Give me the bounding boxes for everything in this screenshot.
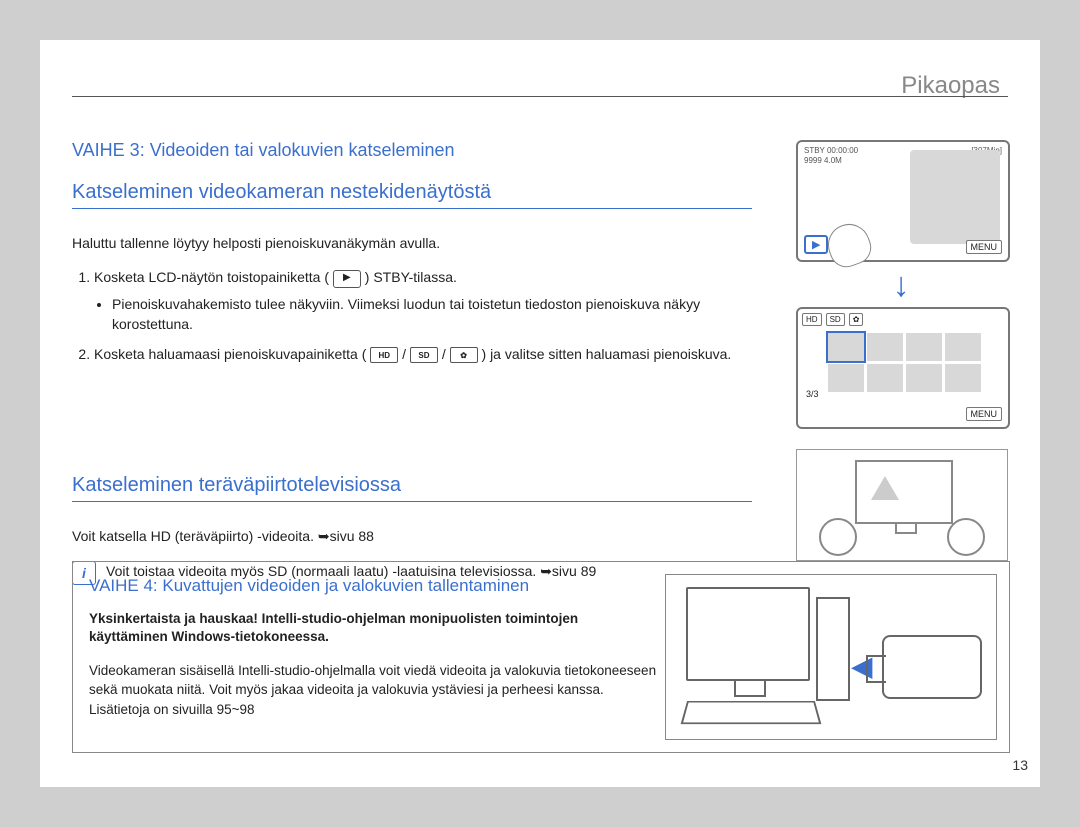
sd-icon: SD <box>410 347 438 363</box>
thumb-item[interactable] <box>867 333 903 361</box>
thumbnail-grid <box>828 333 981 392</box>
sailboat-icon <box>871 476 899 500</box>
thumb-selected[interactable] <box>828 333 864 361</box>
tab-sd[interactable]: SD <box>826 313 845 326</box>
main-column: VAIHE 3: Videoiden tai valokuvien katsel… <box>72 140 772 585</box>
pc-tower-icon <box>816 597 850 701</box>
thumb-item[interactable] <box>828 364 864 392</box>
step4-body: Videokameran sisäisellä Intelli-studio-o… <box>89 661 659 720</box>
tab-photo[interactable]: ✿ <box>849 313 864 326</box>
touch-hand-icon <box>822 218 876 272</box>
photo-icon: ✿ <box>450 347 478 363</box>
lcd-row2-left: 9999 4.0M <box>804 156 842 165</box>
step3-li2: Kosketa haluamaasi pienoiskuvapainiketta… <box>94 344 772 364</box>
step4-heading: VAIHE 4: Kuvattujen videoiden ja valokuv… <box>89 576 659 596</box>
step4-panel: VAIHE 4: Kuvattujen videoiden ja valokuv… <box>72 561 1010 753</box>
camcorder-icon <box>882 635 982 699</box>
play-button-icon: ▶ <box>333 270 361 288</box>
step3-li2-b: ) ja valitse sitten haluamasi pienoiskuv… <box>482 346 732 362</box>
step3-heading: VAIHE 3: Videoiden tai valokuvien katsel… <box>72 140 772 161</box>
page-number: 13 <box>1012 757 1028 773</box>
step3-subtitle-b: Katseleminen teräväpiirtotelevisiossa <box>72 474 752 502</box>
skater-silhouette-icon <box>910 150 1000 244</box>
step3-li1-a: Kosketa LCD-näytön toistopainiketta ( <box>94 269 329 285</box>
step3-li1-bullet: Pienoiskuvahakemisto tulee näkyviin. Vii… <box>112 294 772 335</box>
tv-icon <box>855 460 953 524</box>
lcd-status-left: STBY 00:00:00 <box>804 146 858 155</box>
page: Pikaopas VAIHE 3: Videoiden tai valokuvi… <box>40 40 1040 787</box>
lcd-preview-illustration: STBY 00:00:00 [307Min] 9999 4.0M ▶ MENU <box>796 140 1010 262</box>
thumb-menu-button[interactable]: MENU <box>966 407 1003 421</box>
lcd-menu-button[interactable]: MENU <box>966 240 1003 254</box>
step3-intro: Haluttu tallenne löytyy helposti pienois… <box>72 233 772 253</box>
keyboard-icon <box>681 701 822 724</box>
page-ref-88: ➥sivu 88 <box>318 528 374 544</box>
figures-column: STBY 00:00:00 [307Min] 9999 4.0M ▶ MENU … <box>796 140 1006 561</box>
hdtv-illustration <box>796 449 1008 561</box>
thumb-item[interactable] <box>945 333 981 361</box>
monitor-icon <box>686 587 810 681</box>
lcd-play-button[interactable]: ▶ <box>804 235 828 254</box>
hd-icon: HD <box>370 347 398 363</box>
thumb-item[interactable] <box>867 364 903 392</box>
step3-list: Kosketa LCD-näytön toistopainiketta ( ▶ … <box>72 267 772 364</box>
tab-hd[interactable]: HD <box>802 313 822 326</box>
viewer-head-icon <box>947 518 985 556</box>
thumb-item[interactable] <box>945 364 981 392</box>
thumb-item[interactable] <box>906 333 942 361</box>
step4-bold: Yksinkertaista ja hauskaa! Intelli-studi… <box>89 610 659 648</box>
thumbnail-index-illustration: HD SD ✿ 3/3 MENU <box>796 307 1010 429</box>
divider <box>72 96 1008 97</box>
step3-li1-b: ) STBY-tilassa. <box>365 269 457 285</box>
step3-li2-a: Kosketa haluamaasi pienoiskuvapainiketta… <box>94 346 366 362</box>
thumb-item[interactable] <box>906 364 942 392</box>
down-arrow-icon: ↓ <box>796 266 1006 305</box>
step3-body-b-text: Voit katsella HD (teräväpiirto) -videoit… <box>72 528 318 544</box>
step3-subtitle-a: Katseleminen videokameran nestekidenäytö… <box>72 181 752 209</box>
viewer-head-icon <box>819 518 857 556</box>
pc-connection-illustration: ◀ <box>665 574 997 740</box>
step3-li1: Kosketa LCD-näytön toistopainiketta ( ▶ … <box>94 267 772 334</box>
thumb-page-indicator: 3/3 <box>806 389 819 399</box>
step3-body-b: Voit katsella HD (teräväpiirto) -videoit… <box>72 526 772 546</box>
